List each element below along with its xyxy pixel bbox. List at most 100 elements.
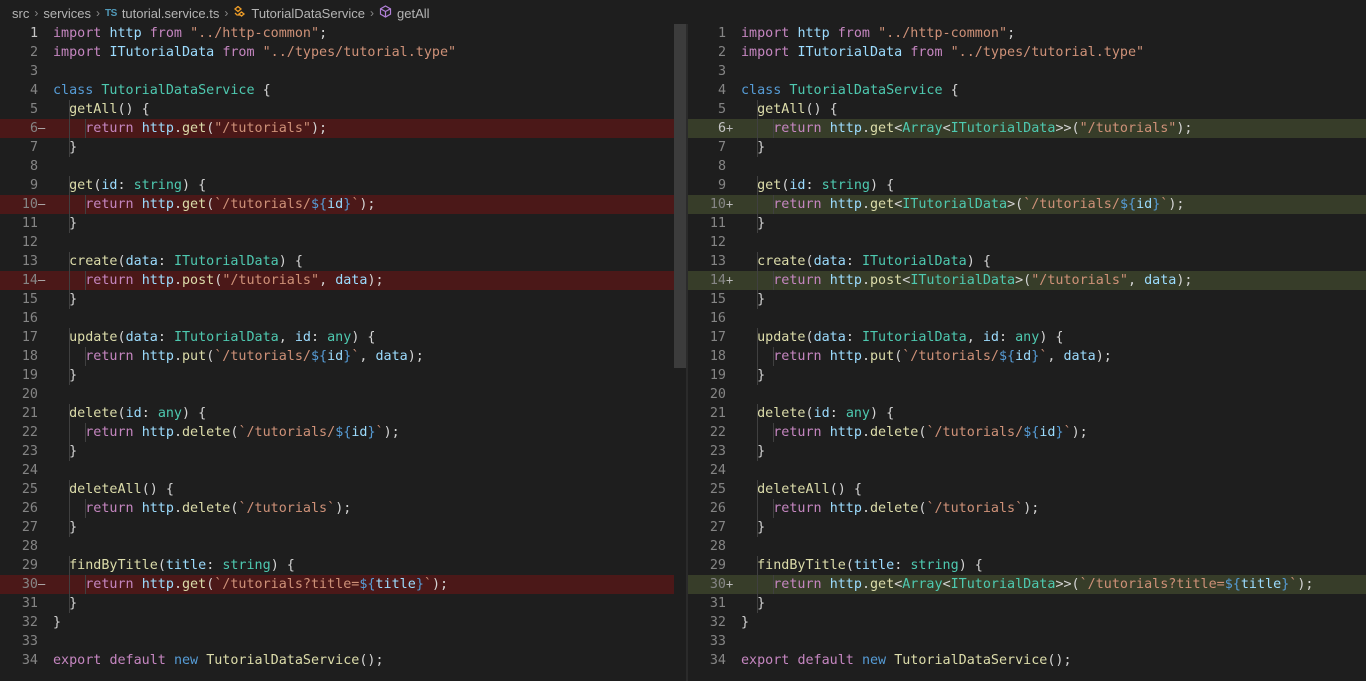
- code-line[interactable]: 31 }: [688, 594, 1366, 613]
- code-line[interactable]: 1 import http from "../http-common";: [688, 24, 1366, 43]
- code-line[interactable]: 15 }: [688, 290, 1366, 309]
- code-line[interactable]: 4 class TutorialDataService {: [0, 81, 686, 100]
- code-line[interactable]: 24: [688, 461, 1366, 480]
- breadcrumb-item-method[interactable]: getAll: [397, 6, 430, 21]
- diff-editor-original[interactable]: 1 import http from "../http-common"; 2 impo…: [0, 24, 686, 681]
- code-line[interactable]: 27 }: [688, 518, 1366, 537]
- code-token: ITutorialData: [861, 254, 967, 269]
- code-line[interactable]: 22 return http.delete(`/tutorials/${id}`…: [688, 423, 1366, 442]
- line-number: 1: [717, 26, 726, 41]
- code-line[interactable]: 34 export default new TutorialDataService…: [0, 651, 686, 670]
- code-line[interactable]: 11 }: [0, 214, 686, 233]
- code-line[interactable]: 14— return http.post("/tutorials", data)…: [0, 271, 686, 290]
- line-number: 8: [29, 159, 38, 174]
- code-line[interactable]: 29 findByTitle(title: string) {: [688, 556, 1366, 575]
- code-line[interactable]: 18 return http.put(`/tutorials/${id}`, d…: [0, 347, 686, 366]
- code-line[interactable]: 13 create(data: ITutorialData) {: [0, 252, 686, 271]
- breadcrumb-item-services[interactable]: services: [43, 6, 91, 21]
- code-line[interactable]: 8: [688, 157, 1366, 176]
- code-line[interactable]: 5 getAll() {: [0, 100, 686, 119]
- code-token: from: [222, 45, 255, 60]
- code-token: (: [805, 330, 814, 345]
- breadcrumb-item-file[interactable]: tutorial.service.ts: [122, 6, 220, 21]
- code-token: );: [367, 273, 384, 288]
- code-token: );: [1071, 425, 1088, 440]
- diff-editor-modified[interactable]: 1 import http from "../http-common"; 2 impo…: [688, 24, 1366, 681]
- code-line[interactable]: 9 get(id: string) {: [0, 176, 686, 195]
- line-number: 11: [709, 216, 726, 231]
- breadcrumb-item-src[interactable]: src: [12, 6, 29, 21]
- code-token: return: [85, 349, 134, 364]
- breadcrumb-item-class[interactable]: TutorialDataService: [251, 6, 365, 21]
- code-line[interactable]: 17 update(data: ITutorialData, id: any) …: [688, 328, 1366, 347]
- code-line[interactable]: 34 export default new TutorialDataService…: [688, 651, 1366, 670]
- code-line[interactable]: 8: [0, 157, 686, 176]
- code-token: ,: [966, 330, 983, 345]
- code-line[interactable]: 13 create(data: ITutorialData) {: [688, 252, 1366, 271]
- code-line[interactable]: 23 }: [0, 442, 686, 461]
- code-token: default: [797, 653, 854, 668]
- code-line[interactable]: 21 delete(id: any) {: [0, 404, 686, 423]
- code-line[interactable]: 3: [0, 62, 686, 81]
- code-token: >>(: [1055, 121, 1080, 136]
- code-line[interactable]: 28: [0, 537, 686, 556]
- line-number: 5: [29, 102, 38, 117]
- code-line[interactable]: 23 }: [688, 442, 1366, 461]
- code-line[interactable]: 33: [0, 632, 686, 651]
- code-line[interactable]: 25 deleteAll() {: [0, 480, 686, 499]
- code-line[interactable]: 29 findByTitle(title: string) {: [0, 556, 686, 575]
- code-line[interactable]: 31 }: [0, 594, 686, 613]
- code-token: >(: [1015, 273, 1032, 288]
- code-line[interactable]: 12: [0, 233, 686, 252]
- code-line[interactable]: 10 + return http.get<ITutorialData>(`/tut…: [688, 195, 1366, 214]
- code-line[interactable]: 22 return http.delete(`/tutorials/${id}`…: [0, 423, 686, 442]
- code-line[interactable]: 28: [688, 537, 1366, 556]
- code-line[interactable]: 9 get(id: string) {: [688, 176, 1366, 195]
- code-line[interactable]: 19 }: [0, 366, 686, 385]
- code-line[interactable]: 10— return http.get(`/tutorials/${id}`);: [0, 195, 686, 214]
- code-text: import ITutorialData from "../types/tuto…: [53, 43, 456, 62]
- code-line[interactable]: 12: [688, 233, 1366, 252]
- code-line[interactable]: 6 + return http.get<Array<ITutorialData>>…: [688, 119, 1366, 138]
- code-line[interactable]: 30— return http.get(`/tutorials?title=${…: [0, 575, 686, 594]
- code-line[interactable]: 20: [688, 385, 1366, 404]
- code-token: return: [85, 425, 134, 440]
- code-line[interactable]: 2 import ITutorialData from "../types/tut…: [688, 43, 1366, 62]
- code-line[interactable]: 6— return http.get("/tutorials");: [0, 119, 686, 138]
- code-line[interactable]: 33: [688, 632, 1366, 651]
- scrollbar-thumb[interactable]: [674, 24, 686, 368]
- code-line[interactable]: 21 delete(id: any) {: [688, 404, 1366, 423]
- code-line[interactable]: 3: [688, 62, 1366, 81]
- code-line[interactable]: 18 return http.put(`/tutorials/${id}`, d…: [688, 347, 1366, 366]
- code-line[interactable]: 20: [0, 385, 686, 404]
- code-line[interactable]: 24: [0, 461, 686, 480]
- code-line[interactable]: 32}: [688, 613, 1366, 632]
- code-line[interactable]: 19 }: [688, 366, 1366, 385]
- code-line[interactable]: 15 }: [0, 290, 686, 309]
- line-number: 4: [29, 83, 38, 98]
- code-line[interactable]: 30 + return http.get<Array<ITutorialData>…: [688, 575, 1366, 594]
- code-line[interactable]: 17 update(data: ITutorialData, id: any) …: [0, 328, 686, 347]
- code-line[interactable]: 14 + return http.post<ITutorialData>("/tu…: [688, 271, 1366, 290]
- code-line[interactable]: 26 return http.delete(`/tutorials`);: [0, 499, 686, 518]
- code-token: title: [1240, 577, 1282, 592]
- line-number: 29: [709, 558, 726, 573]
- code-line[interactable]: 26 return http.delete(`/tutorials`);: [688, 499, 1366, 518]
- code-line[interactable]: 5 getAll() {: [688, 100, 1366, 119]
- code-token: "../types/tutorial.type": [950, 45, 1145, 60]
- code-line[interactable]: 1 import http from "../http-common";: [0, 24, 686, 43]
- code-line[interactable]: 4 class TutorialDataService {: [688, 81, 1366, 100]
- code-token: export: [741, 653, 790, 668]
- code-line[interactable]: 27 }: [0, 518, 686, 537]
- code-line[interactable]: 7 }: [0, 138, 686, 157]
- code-line[interactable]: 2 import ITutorialData from "../types/tut…: [0, 43, 686, 62]
- code-line[interactable]: 32}: [0, 613, 686, 632]
- code-line[interactable]: 7 }: [688, 138, 1366, 157]
- code-line[interactable]: 11 }: [688, 214, 1366, 233]
- code-line[interactable]: 16: [0, 309, 686, 328]
- code-line[interactable]: 16: [688, 309, 1366, 328]
- code-line[interactable]: 25 deleteAll() {: [688, 480, 1366, 499]
